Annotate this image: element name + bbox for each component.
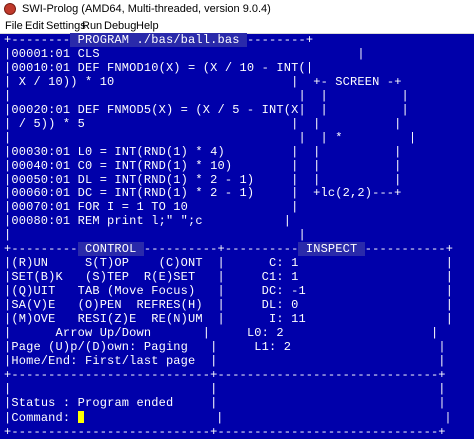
- program-panel-border: +--------: [4, 33, 71, 47]
- inspect-var-value: 2: [276, 326, 284, 341]
- inspect-var-name: DC: [261, 284, 277, 299]
- menu-file[interactable]: File: [5, 19, 23, 33]
- program-line: |00010:01 DEF FNMOD10(X) = (X / 10 - INT…: [4, 60, 306, 75]
- screen-panel-border: +: [394, 74, 402, 89]
- program-line: | / 5)) * 5: [4, 116, 85, 131]
- inspect-var-value: 1: [291, 270, 299, 285]
- terminal-screen: +-------- PROGRAM ./bas/ball.bas -------…: [4, 33, 454, 439]
- menu-bar: File Edit Settings Run Debug Help: [0, 18, 474, 34]
- program-line: |: [4, 130, 12, 145]
- program-line: | X / 10)) * 10: [4, 74, 115, 89]
- program-line: |00040:01 C0 = INT(RND(1) * 10): [4, 158, 233, 173]
- control-line: |Page (U)p/(D)own: Paging: [4, 339, 189, 354]
- terminal[interactable]: +-------- PROGRAM ./bas/ball.bas -------…: [0, 33, 474, 439]
- inspect-var-value: -1: [291, 284, 306, 299]
- inspect-var-name: I: [269, 312, 277, 327]
- inspect-var-value: 1: [291, 256, 299, 271]
- command-label: Command: [11, 410, 63, 425]
- control-panel-title: CONTROL: [77, 242, 144, 257]
- control-line: |(Q)UIT TAB (Move Focus): [4, 284, 196, 299]
- menu-run[interactable]: Run: [82, 19, 102, 33]
- program-line: |00020:01 DEF FNMOD5(X) = (X / 5 - INT(X: [4, 102, 299, 117]
- status-text: Program ended: [77, 395, 174, 410]
- inspect-var-value: 11: [291, 312, 306, 327]
- control-line: |Home/End: First/last page: [4, 353, 196, 368]
- screen-panel-title: - SCREEN -: [320, 74, 395, 89]
- inspect-panel-title: INSPECT: [298, 242, 365, 257]
- menu-debug[interactable]: Debug: [104, 19, 136, 33]
- control-line: |(R)UN S(T)OP (C)ONT: [4, 256, 203, 271]
- menu-edit[interactable]: Edit: [25, 19, 44, 33]
- status-label: Status: [11, 395, 56, 410]
- program-line: |: [4, 228, 12, 243]
- command-cursor[interactable]: [77, 410, 84, 423]
- program-line: |: [4, 88, 12, 103]
- screen-ball: *: [335, 130, 343, 145]
- inspect-var-name: DL: [261, 298, 277, 313]
- program-line: |00001:01 CLS: [4, 46, 100, 61]
- swi-prolog-icon: [4, 3, 16, 15]
- title-bar: SWI-Prolog (AMD64, Multi-threaded, versi…: [0, 0, 474, 18]
- program-line: |00030:01 L0 = INT(RND(1) * 4): [4, 144, 225, 159]
- screen-footer: lc(2,2): [320, 186, 373, 201]
- window-title: SWI-Prolog (AMD64, Multi-threaded, versi…: [22, 3, 271, 15]
- inspect-var-value: 0: [291, 298, 299, 313]
- control-line: |(M)OVE RESI(Z)E RE(N)UM: [4, 312, 203, 327]
- inspect-var-value: 2: [283, 339, 292, 354]
- control-line: |SA(V)E (O)PEN REFRES(H): [4, 298, 203, 313]
- menu-help[interactable]: Help: [136, 19, 159, 33]
- menu-settings[interactable]: Settings: [46, 19, 86, 33]
- inspect-var-name: L0: [246, 326, 262, 341]
- inspect-var-name: L1: [254, 339, 270, 354]
- screen-panel-border: +: [313, 74, 321, 89]
- program-line: |00080:01 REM print l;" ";c: [4, 214, 203, 229]
- inspect-var-name: C1: [261, 270, 277, 285]
- program-panel-border: --------+: [246, 33, 314, 47]
- program-line: |00070:01 FOR I = 1 TO 10: [4, 200, 189, 215]
- control-line: |SET(B)K (S)TEP R(E)SET: [4, 270, 196, 285]
- control-line: | Arrow Up/Down: [4, 326, 152, 341]
- inspect-var-name: C: [269, 256, 277, 271]
- program-line: |00060:01 DC = INT(RND(1) * 2 - 1): [4, 186, 255, 201]
- program-line: |00050:01 DL = INT(RND(1) * 2 - 1): [4, 172, 255, 187]
- program-panel-title: PROGRAM ./bas/ball.bas: [70, 33, 247, 47]
